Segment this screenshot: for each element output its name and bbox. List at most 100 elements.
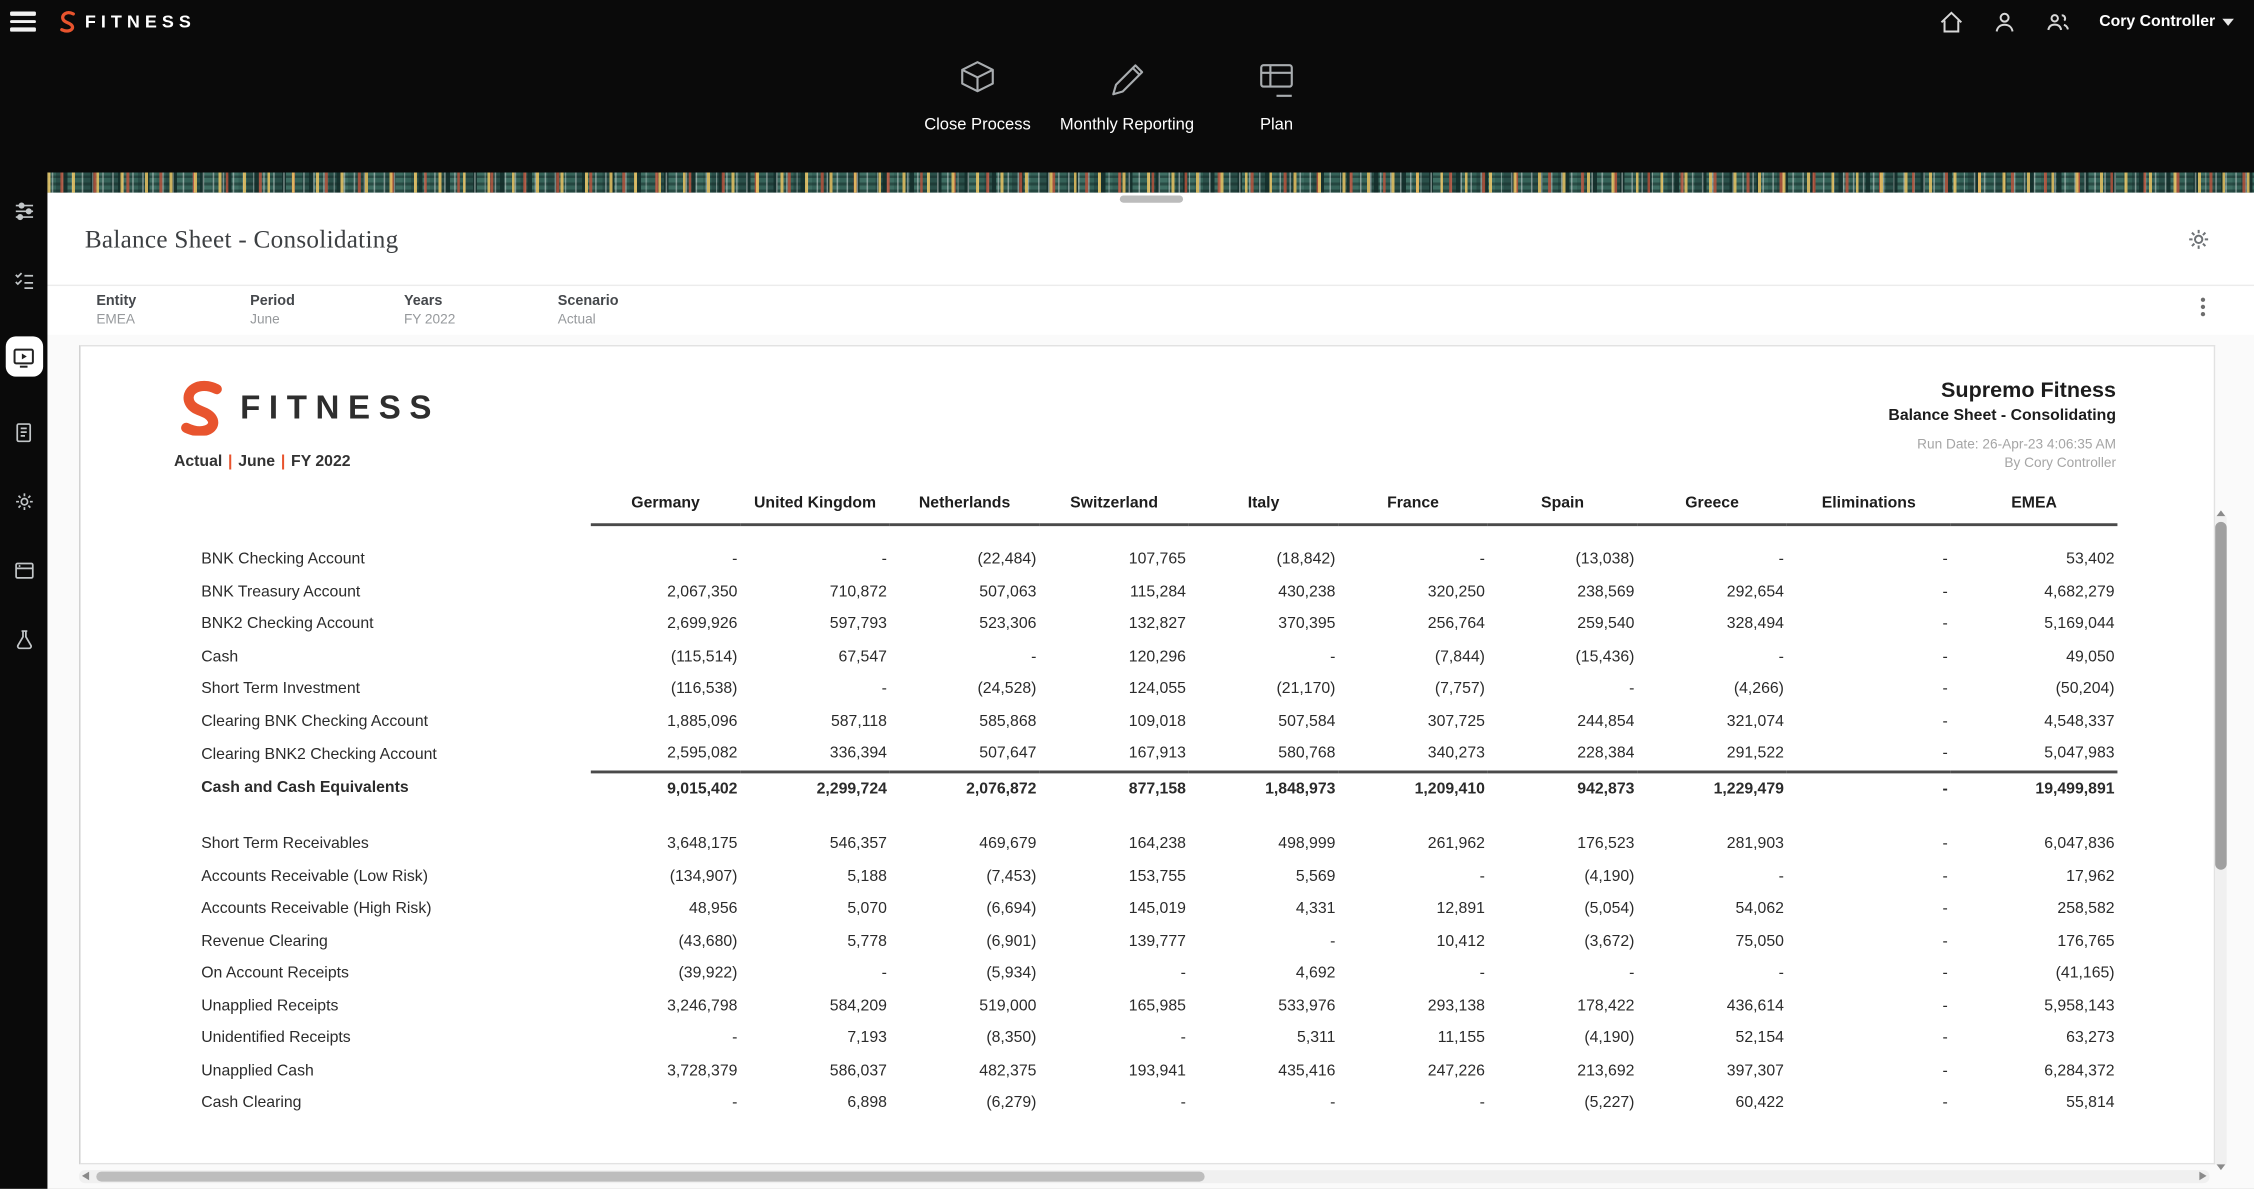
cell-value: 293,138	[1338, 990, 1488, 1022]
table-row: Cash Clearing-6,898(6,279)---(5,227)60,4…	[174, 1087, 2118, 1119]
cell-value: 55,814	[1951, 1087, 2118, 1119]
cell-value: (6,279)	[890, 1087, 1040, 1119]
settings-gear-icon[interactable]	[2186, 227, 2210, 251]
cell-value: 10,412	[1338, 925, 1488, 957]
cell-value: 2,595,082	[591, 737, 741, 771]
vertical-scrollbar[interactable]	[2215, 513, 2227, 1167]
cell-value: 430,238	[1189, 576, 1339, 608]
people-icon[interactable]	[2046, 9, 2070, 33]
row-label: Clearing BNK2 Checking Account	[174, 737, 591, 771]
cell-value: 291,522	[1637, 737, 1787, 771]
cell-value: 145,019	[1039, 893, 1189, 925]
scroll-up-arrow-icon[interactable]	[2217, 510, 2226, 516]
column-header: United Kingdom	[740, 495, 890, 525]
cell-value: (21,170)	[1189, 673, 1339, 705]
column-header: Spain	[1488, 495, 1638, 525]
page-header: Balance Sheet - Consolidating	[85, 224, 2211, 254]
gear-icon[interactable]	[11, 489, 37, 515]
sliders-icon[interactable]	[11, 198, 37, 224]
cell-value: 1,229,479	[1637, 771, 1787, 805]
pov-scenario[interactable]: Scenario Actual	[558, 293, 712, 328]
cell-value: -	[1488, 673, 1638, 705]
cell-value: 153,755	[1039, 860, 1189, 892]
app-logo-text: FITNESS	[85, 12, 196, 32]
cell-value: 6,047,836	[1951, 828, 2118, 860]
cell-value: 48,956	[591, 893, 741, 925]
cell-value: -	[1039, 957, 1189, 989]
nav-card-close-process[interactable]: Close Process	[909, 55, 1047, 134]
person-icon[interactable]	[1993, 9, 2017, 33]
horizontal-scrollbar-thumb[interactable]	[96, 1172, 1204, 1182]
horizontal-scrollbar[interactable]	[79, 1170, 2209, 1183]
cell-value: 307,725	[1338, 705, 1488, 737]
report-pov-line: Actual|June|FY 2022	[174, 453, 440, 470]
cell-value: (50,204)	[1951, 673, 2118, 705]
flag-icon	[1251, 55, 1303, 107]
pov-years[interactable]: Years FY 2022	[404, 293, 558, 328]
cell-value: -	[1787, 737, 1951, 771]
cell-value: 52,154	[1637, 1022, 1787, 1054]
cell-value: 336,394	[740, 737, 890, 771]
pov-entity[interactable]: Entity EMEA	[96, 293, 250, 328]
pov-value: June	[250, 312, 404, 328]
cell-value: 244,854	[1488, 705, 1638, 737]
checklist-icon[interactable]	[11, 267, 37, 293]
pov-period[interactable]: Period June	[250, 293, 404, 328]
table-header-row: GermanyUnited KingdomNetherlandsSwitzerl…	[174, 495, 2118, 525]
cell-value: 49,050	[1951, 640, 2118, 672]
cell-value: (8,350)	[890, 1022, 1040, 1054]
topbar-right: Cory Controller	[1940, 9, 2234, 33]
top-header: FITNESS	[0, 0, 2254, 173]
cell-value: 259,540	[1488, 608, 1638, 640]
report-run-date: Run Date: 26-Apr-23 4:06:35 AM	[1888, 437, 2116, 453]
card-icon[interactable]	[11, 558, 37, 584]
cell-value: (18,842)	[1189, 543, 1339, 575]
cell-value: (24,528)	[890, 673, 1040, 705]
column-header: France	[1338, 495, 1488, 525]
cell-value: 228,384	[1488, 737, 1638, 771]
cell-value: (15,436)	[1488, 640, 1638, 672]
media-player-icon[interactable]	[5, 336, 42, 376]
scroll-down-arrow-icon[interactable]	[2217, 1164, 2226, 1170]
table-row: BNK Treasury Account2,067,350710,872507,…	[174, 576, 2118, 608]
cell-value: 2,067,350	[591, 576, 741, 608]
table-row: Short Term Receivables3,648,175546,35746…	[174, 828, 2118, 860]
cube-icon	[952, 55, 1004, 107]
cell-value: 176,523	[1488, 828, 1638, 860]
cell-value: -	[1787, 771, 1951, 805]
table-row: BNK2 Checking Account2,699,926597,793523…	[174, 608, 2118, 640]
vertical-scrollbar-thumb[interactable]	[2215, 522, 2227, 870]
cell-value: 585,868	[890, 705, 1040, 737]
pov-label: Scenario	[558, 293, 712, 309]
cell-value: 877,158	[1039, 771, 1189, 805]
cell-value: 469,679	[890, 828, 1040, 860]
pov-value: Actual	[558, 312, 712, 328]
cell-value: (7,453)	[890, 860, 1040, 892]
scroll-left-arrow-icon[interactable]	[82, 1172, 89, 1181]
cell-value: 498,999	[1189, 828, 1339, 860]
user-menu[interactable]: Cory Controller	[2099, 13, 2234, 30]
scroll-right-arrow-icon[interactable]	[2199, 1172, 2206, 1181]
cell-value: (43,680)	[591, 925, 741, 957]
flask-icon[interactable]	[11, 627, 37, 653]
table-row: Unapplied Cash3,728,379586,037482,375193…	[174, 1054, 2118, 1086]
cell-value: 60,422	[1637, 1087, 1787, 1119]
pov-actions-kebab-icon[interactable]	[2201, 298, 2205, 317]
row-label: Cash and Cash Equivalents	[174, 771, 591, 805]
nav-card-plan[interactable]: Plan	[1208, 55, 1346, 134]
drag-handle[interactable]	[1119, 196, 1182, 203]
cell-value: 482,375	[890, 1054, 1040, 1086]
column-header: Netherlands	[890, 495, 1040, 525]
cell-value: (7,844)	[1338, 640, 1488, 672]
cell-value: (41,165)	[1951, 957, 2118, 989]
cell-value: 109,018	[1039, 705, 1189, 737]
pov-value: EMEA	[96, 312, 250, 328]
nav-card-monthly-reporting[interactable]: Monthly Reporting	[1058, 55, 1196, 134]
cell-value: -	[1787, 1087, 1951, 1119]
hamburger-menu-button[interactable]	[9, 7, 38, 36]
journal-icon[interactable]	[11, 420, 37, 446]
cell-value: 1,209,410	[1338, 771, 1488, 805]
cell-value: (6,901)	[890, 925, 1040, 957]
table-row: Clearing BNK Checking Account1,885,09658…	[174, 705, 2118, 737]
home-icon[interactable]	[1940, 9, 1964, 33]
